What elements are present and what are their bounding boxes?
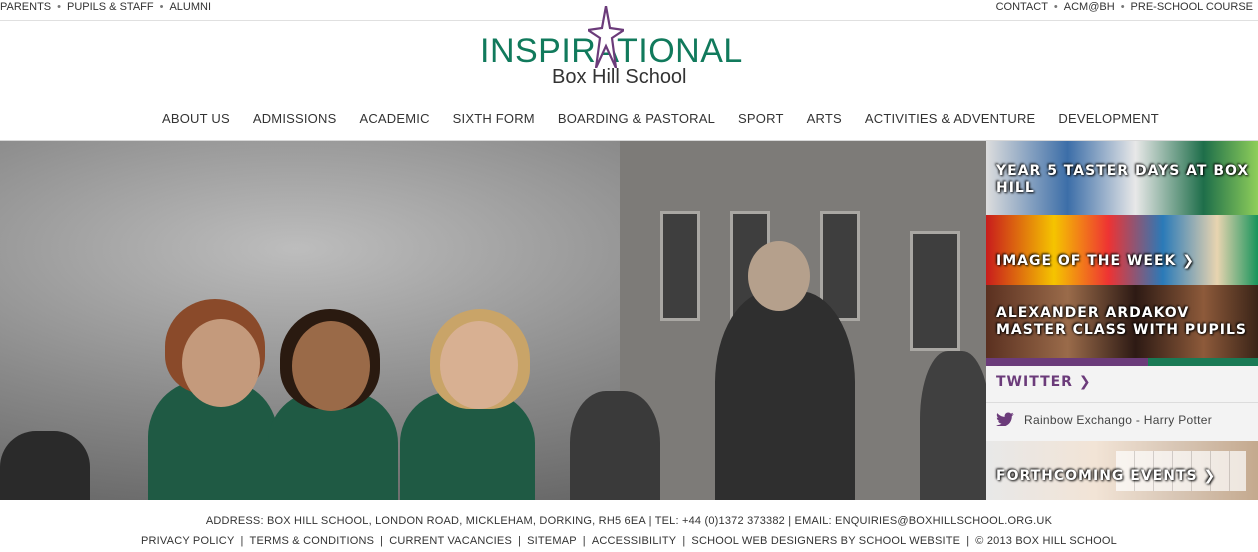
nav-boarding-pastoral[interactable]: BOARDING & PASTORAL <box>558 111 715 126</box>
twitter-bird-icon <box>996 412 1014 426</box>
footer-link-privacy[interactable]: PRIVACY POLICY <box>141 535 234 547</box>
utility-nav-left: PARENTS • PUPILS & STAFF • ALUMNI <box>0 0 211 14</box>
footer-links: PRIVACY POLICY | TERMS & CONDITIONS | CURREN… <box>0 535 1258 547</box>
footer-separator: | <box>966 535 970 547</box>
building-window <box>660 211 700 321</box>
twitter-panel: TWITTER ❯ Rainbow Exchango - Harry Potte… <box>986 366 1258 441</box>
chevron-right-icon: ❯ <box>1203 468 1217 484</box>
hero-pupil-head <box>440 321 518 409</box>
hero-pupil-head <box>748 241 810 311</box>
utility-link-alumni[interactable]: ALUMNI <box>169 1 211 13</box>
footer-link-sitemap[interactable]: SITEMAP <box>527 535 577 547</box>
site-logo[interactable]: INSPIRATIONAL Box Hill School <box>478 6 758 90</box>
tile-taster-days-label: YEAR 5 TASTER DAYS AT BOX HILL <box>996 163 1250 196</box>
hero-pupil-head <box>292 321 370 411</box>
footer-separator: | <box>682 535 686 547</box>
tweet-text[interactable]: Rainbow Exchango - Harry Potter <box>1024 413 1212 427</box>
utility-link-pre-school-course[interactable]: PRE-SCHOOL COURSE <box>1131 1 1253 13</box>
tile-image-of-week-label: IMAGE OF THE WEEK ❯ <box>996 253 1195 269</box>
footer-link-web-designers[interactable]: SCHOOL WEB DESIGNERS BY SCHOOL WEBSITE <box>691 535 960 547</box>
utility-link-acm[interactable]: ACM@BH <box>1064 1 1115 13</box>
footer-link-terms[interactable]: TERMS & CONDITIONS <box>250 535 375 547</box>
utility-separator: • <box>159 1 164 13</box>
twitter-divider <box>986 402 1258 403</box>
nav-activities-adventure[interactable]: ACTIVITIES & ADVENTURE <box>865 111 1036 126</box>
tile-image-of-week[interactable]: IMAGE OF THE WEEK ❯ <box>986 215 1258 285</box>
footer-copyright: © 2013 BOX HILL SCHOOL <box>975 535 1117 547</box>
footer-link-vacancies[interactable]: CURRENT VACANCIES <box>389 535 512 547</box>
chevron-right-icon: ❯ <box>1182 253 1195 269</box>
footer-link-accessibility[interactable]: ACCESSIBILITY <box>592 535 677 547</box>
utility-link-pupils-staff[interactable]: PUPILS & STAFF <box>67 1 154 13</box>
utility-separator: • <box>57 1 61 13</box>
hero-pupil <box>920 351 986 500</box>
hero-pupil <box>0 431 90 500</box>
nav-sport[interactable]: SPORT <box>738 111 784 126</box>
footer-separator: | <box>582 535 586 547</box>
tile-forthcoming-events[interactable]: FORTHCOMING EVENTS ❯ <box>986 441 1258 500</box>
logo-school-name: Box Hill School <box>552 66 687 88</box>
sidebar: YEAR 5 TASTER DAYS AT BOX HILL IMAGE OF … <box>986 141 1258 500</box>
utility-link-parents[interactable]: PARENTS <box>0 1 51 13</box>
footer-separator: | <box>380 535 384 547</box>
tile-master-class[interactable]: ALEXANDER ARDAKOV MASTER CLASS WITH PUPI… <box>986 285 1258 358</box>
nav-admissions[interactable]: ADMISSIONS <box>253 111 337 126</box>
footer-separator: | <box>518 535 522 547</box>
nav-about-us[interactable]: ABOUT US <box>162 111 230 126</box>
twitter-heading[interactable]: TWITTER ❯ <box>996 374 1092 390</box>
nav-arts[interactable]: ARTS <box>807 111 842 126</box>
nav-development[interactable]: DEVELOPMENT <box>1058 111 1158 126</box>
chevron-right-icon: ❯ <box>1078 374 1092 390</box>
utility-link-contact[interactable]: CONTACT <box>996 1 1048 13</box>
footer-separator: | <box>240 535 244 547</box>
twitter-colour-bar <box>986 358 1258 366</box>
logo-star-icon <box>588 6 624 68</box>
tile-forthcoming-events-label: FORTHCOMING EVENTS ❯ <box>996 468 1217 484</box>
hero-pupil-head <box>182 319 260 407</box>
tile-master-class-label: ALEXANDER ARDAKOV MASTER CLASS WITH PUPI… <box>996 305 1247 338</box>
hero-pupil <box>715 291 855 500</box>
nav-sixth-form[interactable]: SIXTH FORM <box>453 111 535 126</box>
utility-nav-right: CONTACT • ACM@BH • PRE-SCHOOL COURSE <box>996 0 1253 14</box>
utility-separator: • <box>1053 1 1058 13</box>
twitter-bar-purple <box>986 358 1148 366</box>
nav-academic[interactable]: ACADEMIC <box>359 111 429 126</box>
utility-separator: • <box>1120 1 1125 13</box>
hero-pupil <box>570 391 660 500</box>
footer-address: ADDRESS: BOX HILL SCHOOL, LONDON ROAD, M… <box>205 515 1053 527</box>
main-nav: ABOUT US ADMISSIONS ACADEMIC SIXTH FORM … <box>162 111 1159 126</box>
hero-image <box>0 141 986 500</box>
building-window <box>910 231 960 351</box>
tile-taster-days[interactable]: YEAR 5 TASTER DAYS AT BOX HILL <box>986 141 1258 215</box>
twitter-bar-green <box>1148 358 1258 366</box>
footer: ADDRESS: BOX HILL SCHOOL, LONDON ROAD, M… <box>0 500 1258 552</box>
